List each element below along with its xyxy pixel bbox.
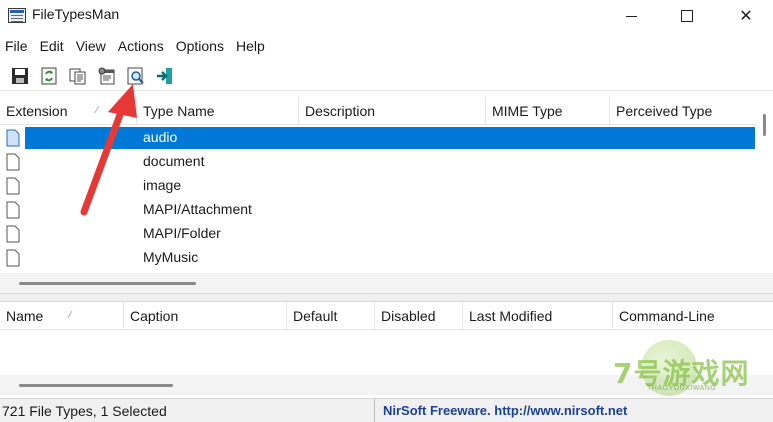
column-type-name[interactable]: Type Name	[137, 97, 299, 125]
vertical-scrollbar-thumb[interactable]	[763, 114, 766, 136]
app-icon	[8, 8, 26, 23]
status-count: 721 File Types, 1 Selected	[0, 399, 375, 422]
type-name: MyMusic	[143, 249, 199, 265]
refresh-button[interactable]	[38, 65, 60, 87]
file-icon	[6, 177, 20, 195]
type-name: MAPI/Folder	[143, 225, 221, 241]
maximize-icon	[681, 10, 693, 22]
column-extension[interactable]: Extension ⁄	[0, 97, 137, 125]
actions-header: Name ⁄ Caption Default Disabled Last Mod…	[0, 302, 773, 330]
menu-help[interactable]: Help	[230, 36, 271, 58]
column-command-line[interactable]: Command-Line	[613, 302, 773, 330]
sort-indicator-icon: ⁄	[96, 105, 98, 116]
title-bar: FileTypesMan ✕	[0, 0, 773, 32]
vertical-scrollbar[interactable]	[757, 97, 773, 272]
list-item[interactable]: audio	[0, 126, 757, 150]
properties-button[interactable]	[96, 65, 118, 87]
file-icon	[6, 249, 20, 267]
menu-actions[interactable]: Actions	[112, 36, 170, 58]
maximize-button[interactable]	[661, 0, 713, 32]
file-icon	[6, 225, 20, 243]
close-button[interactable]: ✕	[720, 0, 772, 32]
horizontal-scrollbar-lower[interactable]	[0, 375, 773, 395]
horizontal-scrollbar-thumb[interactable]	[19, 384, 173, 387]
type-name: document	[143, 153, 205, 169]
selection-highlight	[25, 127, 755, 149]
file-icon	[6, 153, 20, 171]
column-caption[interactable]: Caption	[124, 302, 287, 330]
copy-icon	[69, 68, 86, 84]
list-item[interactable]: image	[0, 174, 757, 198]
horizontal-scrollbar-thumb[interactable]	[19, 282, 196, 285]
menu-options[interactable]: Options	[170, 36, 230, 58]
status-bar: 721 File Types, 1 Selected NirSoft Freew…	[0, 398, 773, 422]
horizontal-scrollbar-upper[interactable]	[0, 273, 773, 293]
nirsoft-link[interactable]: NirSoft Freeware. http://www.nirsoft.net	[375, 399, 627, 422]
minimize-icon	[625, 15, 637, 17]
menu-edit[interactable]: Edit	[34, 36, 70, 58]
file-icon	[6, 129, 20, 147]
file-icon	[6, 201, 20, 219]
list-item[interactable]: MAPI/Attachment	[0, 198, 757, 222]
column-name-label: Name	[6, 308, 44, 324]
type-name: MAPI/Attachment	[143, 201, 252, 217]
column-extension-label: Extension	[6, 103, 68, 119]
column-perceived-type[interactable]: Perceived Type	[610, 97, 757, 125]
save-button[interactable]	[9, 65, 31, 87]
type-name: audio	[143, 129, 178, 145]
menu-file[interactable]: File	[0, 36, 34, 58]
find-button[interactable]	[125, 65, 147, 87]
minimize-button[interactable]	[605, 0, 657, 32]
window-title: FileTypesMan	[32, 6, 120, 22]
toolbar	[0, 61, 773, 91]
refresh-icon	[41, 67, 57, 84]
list-item[interactable]	[0, 270, 757, 272]
exit-button[interactable]	[154, 65, 176, 87]
column-default[interactable]: Default	[287, 302, 375, 330]
menu-bar: File Edit View Actions Options Help	[0, 36, 773, 58]
column-last-modified[interactable]: Last Modified	[463, 302, 613, 330]
column-disabled[interactable]: Disabled	[375, 302, 463, 330]
type-name: image	[143, 177, 182, 193]
column-mime-type[interactable]: MIME Type	[486, 97, 610, 125]
pane-splitter[interactable]	[0, 293, 773, 302]
column-name[interactable]: Name ⁄	[0, 302, 124, 330]
file-types-list: audio document image MAPI/Attachment MAP…	[0, 126, 757, 272]
actions-list	[0, 331, 773, 375]
file-types-header: Extension ⁄ Type Name Description MIME T…	[0, 97, 757, 125]
properties-icon	[98, 67, 115, 84]
list-item[interactable]: document	[0, 150, 757, 174]
exit-icon	[157, 67, 172, 84]
close-icon: ✕	[739, 8, 753, 25]
sort-indicator-icon: ⁄	[69, 310, 71, 321]
save-icon	[12, 67, 28, 84]
menu-view[interactable]: View	[70, 36, 112, 58]
list-item[interactable]: MAPI/Folder	[0, 222, 757, 246]
column-description[interactable]: Description	[299, 97, 486, 125]
find-icon	[127, 67, 144, 84]
list-item[interactable]: MyMusic	[0, 246, 757, 270]
copy-button[interactable]	[67, 65, 89, 87]
